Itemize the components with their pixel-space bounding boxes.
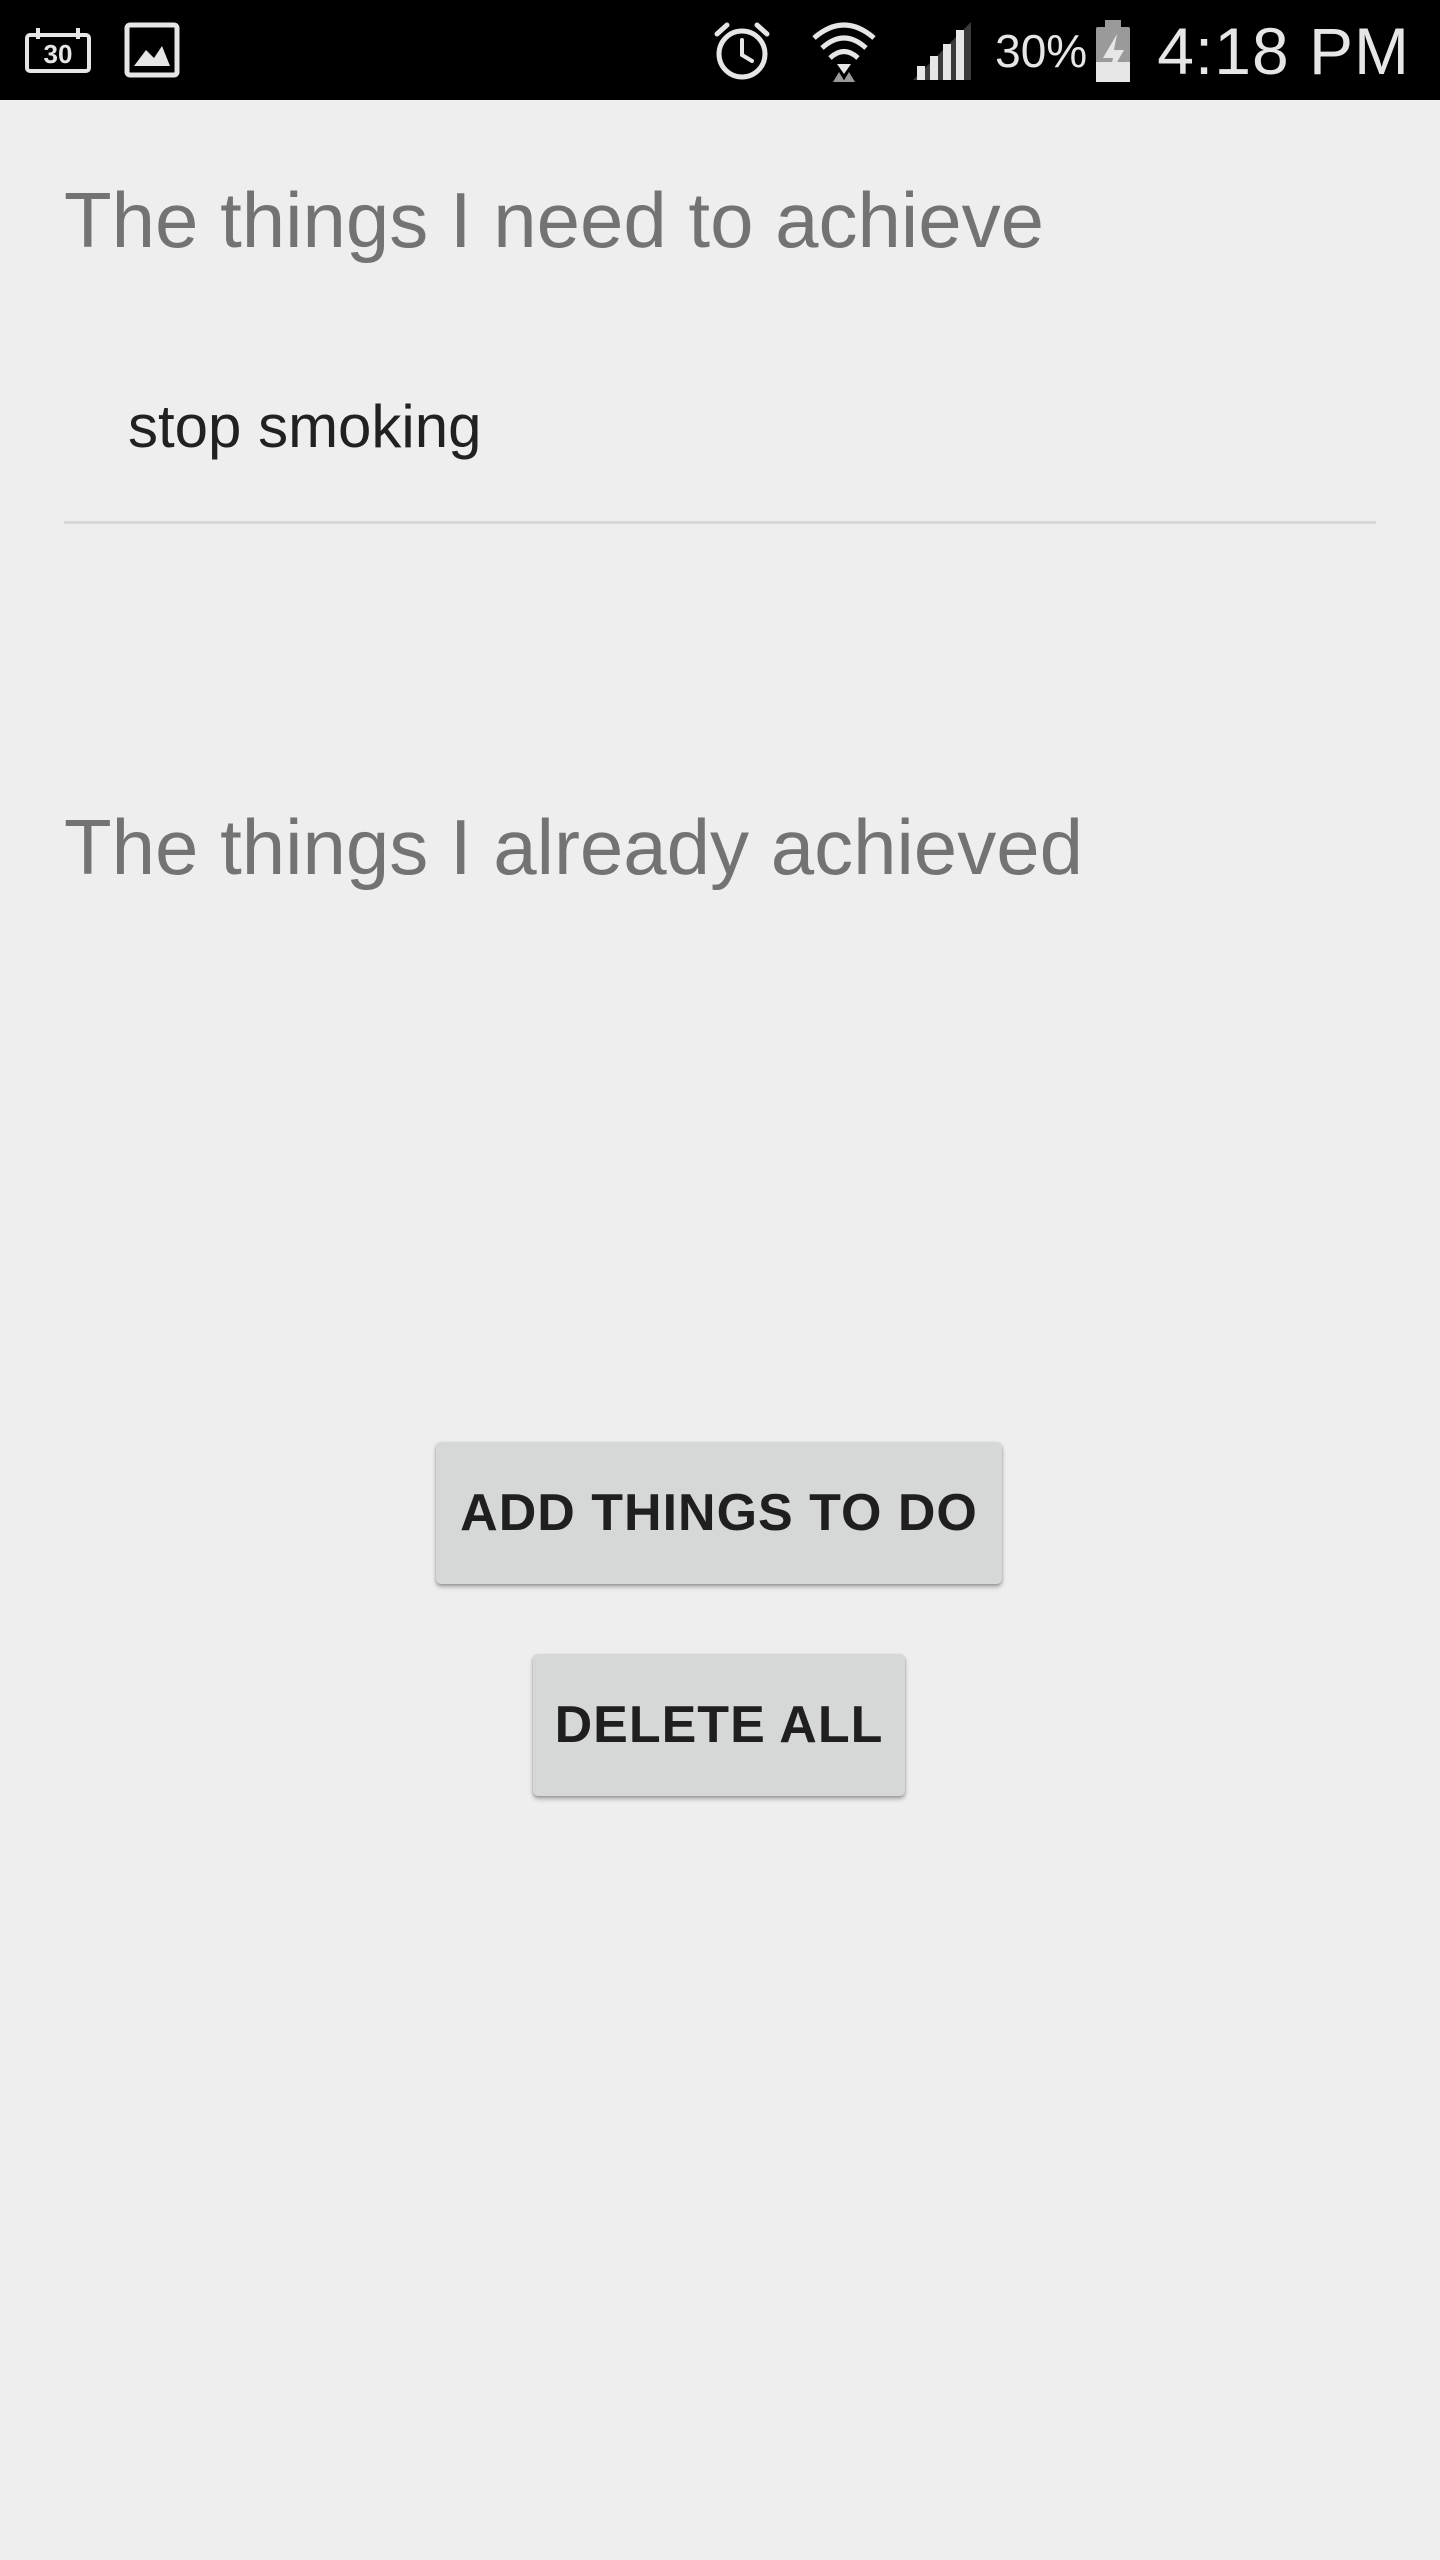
to-achieve-title: The things I need to achieve (64, 176, 1044, 264)
cell-signal-icon (909, 18, 975, 84)
list-item[interactable]: stop smoking (64, 350, 1376, 524)
thirty-day-calendar-icon: 30 (24, 25, 94, 75)
battery-percent: 30% (995, 25, 1088, 77)
to-achieve-list: stop smoking (64, 350, 1376, 524)
list-item-text: stop smoking (128, 393, 482, 460)
image-icon (124, 22, 180, 78)
app-screen: 30 30% 4:18 PM The things I need to achi… (0, 0, 1440, 2560)
delete-all-button[interactable]: DELETE ALL (533, 1654, 905, 1796)
achieved-title: The things I already achieved (64, 803, 1083, 891)
battery-charging-icon (1093, 18, 1133, 84)
status-bar: 30 30% 4:18 PM (0, 0, 1440, 100)
clock: 4:18 PM (1157, 14, 1410, 88)
add-things-button[interactable]: ADD THINGS TO DO (436, 1442, 1002, 1584)
system-status-area: 30% 4:18 PM (711, 10, 1410, 92)
wifi-icon (809, 16, 879, 86)
alarm-clock-icon (711, 20, 773, 82)
svg-text:30: 30 (44, 39, 73, 69)
notification-area: 30 (24, 18, 180, 82)
